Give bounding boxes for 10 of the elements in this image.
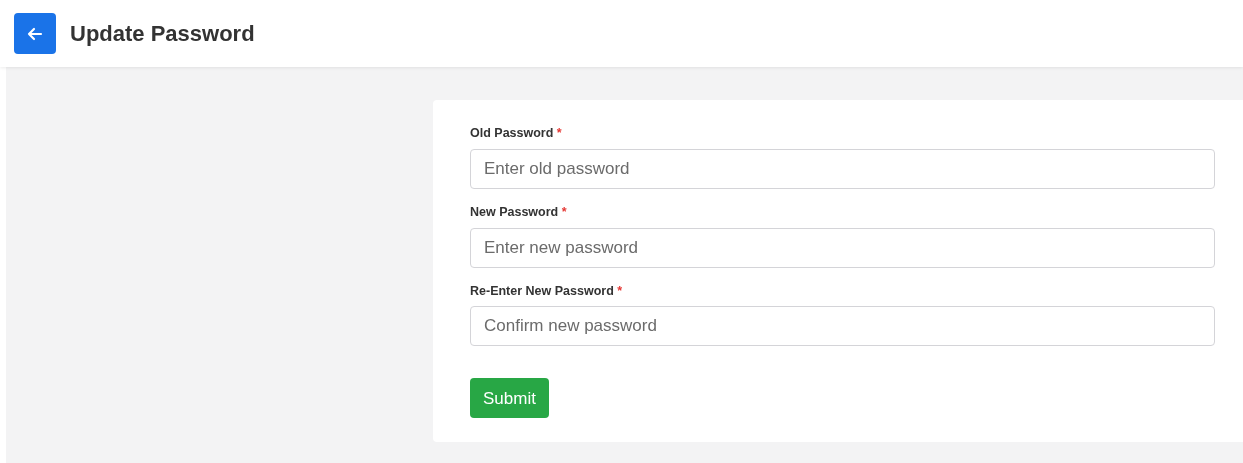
back-arrow-icon xyxy=(27,25,43,42)
back-button[interactable] xyxy=(14,13,56,54)
field-label: Old Password * xyxy=(470,125,563,142)
page-title: Update Password xyxy=(70,20,255,48)
input-field[interactable]: Enter new password xyxy=(470,227,1215,268)
submit-button[interactable]: Submit xyxy=(470,378,549,419)
input-field[interactable]: Confirm new password xyxy=(470,306,1215,347)
field-label: New Password * xyxy=(470,203,568,221)
input-field[interactable]: Enter old password xyxy=(470,148,1215,189)
field-label: Re-Enter New Password * xyxy=(470,282,624,300)
